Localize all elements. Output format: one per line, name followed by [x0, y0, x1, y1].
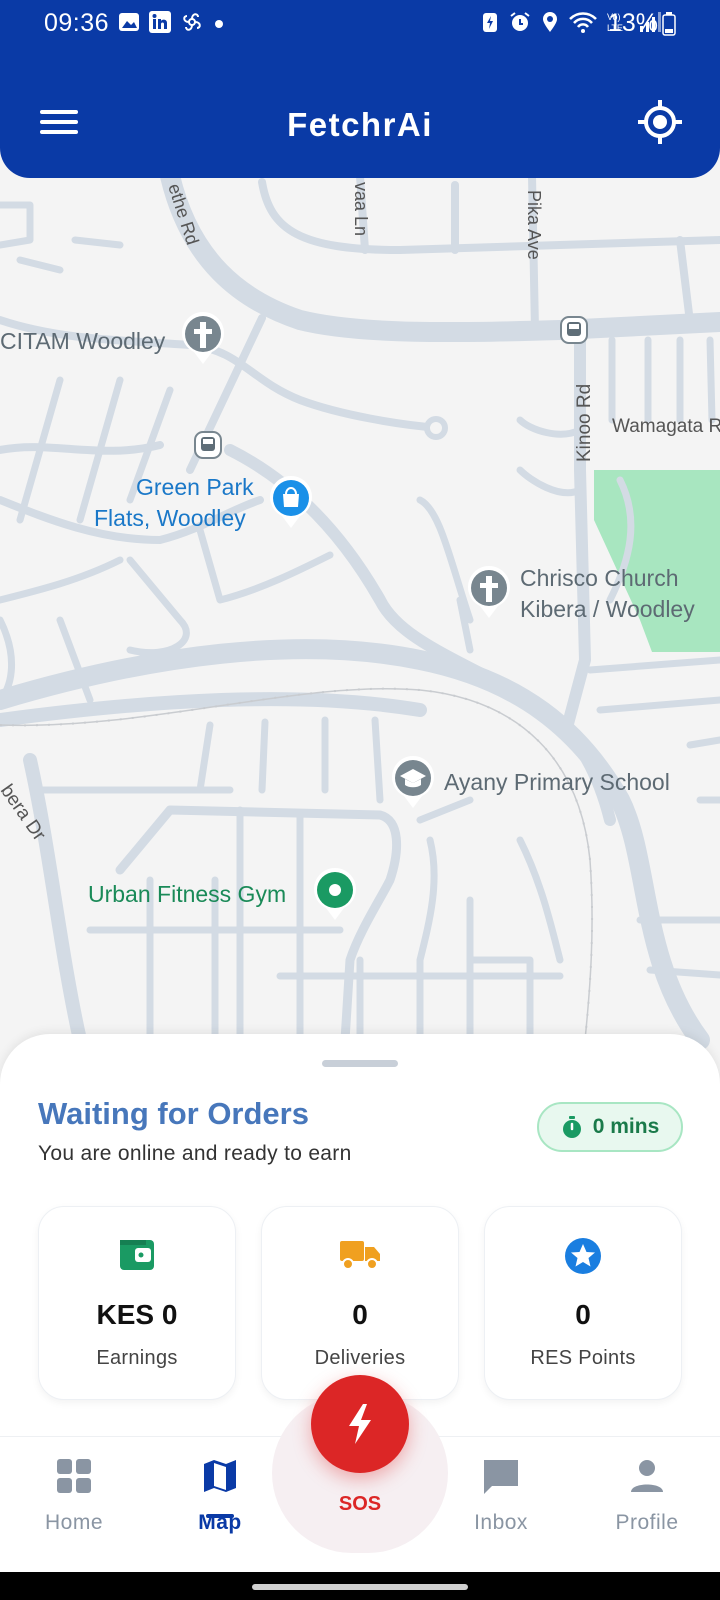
- status-bar: 09:36 Vo) LTE 13%: [0, 0, 720, 48]
- poi-label-green-park-1[interactable]: Green Park: [136, 472, 254, 503]
- alarm-icon: [510, 12, 530, 31]
- dot-icon: [215, 20, 223, 28]
- poi-label-chrisco-2[interactable]: Kibera / Woodley: [520, 594, 695, 625]
- sos-label: SOS: [338, 1493, 382, 1515]
- poi-label-ayany[interactable]: Ayany Primary School: [444, 767, 670, 798]
- dashboard-grid-icon: [57, 1459, 91, 1493]
- gallery-icon: [119, 13, 139, 31]
- bus-stop-icon: [560, 316, 588, 344]
- poi-label-chrisco-1[interactable]: Chrisco Church: [520, 563, 679, 594]
- poi-label-green-park-2[interactable]: Flats, Woodley: [94, 503, 246, 534]
- my-location-icon: [638, 100, 682, 144]
- deliveries-card[interactable]: 0 Deliveries: [261, 1206, 459, 1400]
- battery-saver-icon: [483, 13, 497, 32]
- status-time: 09:36: [44, 9, 110, 37]
- battery-percent: 13%: [608, 9, 659, 37]
- bus-stop-icon: [194, 431, 222, 459]
- app-title: FetchrAi: [287, 106, 433, 143]
- res-points-label: RES Points: [530, 1347, 636, 1369]
- bottom-navigation: Home Map SOS Inbox Profile: [0, 1375, 720, 1572]
- map-icon: [204, 1460, 236, 1492]
- res-points-value: 0: [575, 1299, 591, 1330]
- earnings-value: KES 0: [96, 1299, 178, 1330]
- wifi-icon: [569, 12, 597, 33]
- deliveries-value: 0: [352, 1299, 368, 1330]
- battery-icon: [662, 12, 676, 36]
- chat-bubble-icon: [484, 1460, 518, 1494]
- person-icon: [631, 1460, 663, 1492]
- location-icon: [543, 12, 557, 32]
- deliveries-label: Deliveries: [314, 1347, 406, 1369]
- earnings-card[interactable]: KES 0 Earnings: [38, 1206, 236, 1400]
- app-header: 09:36 Vo) LTE 13% FetchrAi: [0, 0, 720, 178]
- sheet-drag-handle[interactable]: [322, 1060, 398, 1067]
- sos-button[interactable]: [311, 1375, 409, 1473]
- wallet-icon: [120, 1240, 154, 1270]
- sheet-title: Waiting for Orders: [38, 1096, 309, 1131]
- system-navigation-bar: [0, 1572, 720, 1600]
- linkedin-icon: [149, 11, 171, 33]
- status-left-icons: [118, 10, 226, 34]
- truck-icon: [340, 1241, 380, 1270]
- home-indicator[interactable]: [252, 1584, 468, 1590]
- road-label-ethe: ethe Rd: [164, 181, 203, 247]
- star-badge-icon: [565, 1238, 601, 1274]
- road-label-vaa: vaa Ln: [351, 182, 371, 236]
- res-points-card[interactable]: 0 RES Points: [484, 1206, 682, 1400]
- online-timer-badge: 0 mins: [537, 1102, 683, 1152]
- stopwatch-icon: [562, 1116, 581, 1138]
- lightning-bolt-icon: [349, 1404, 371, 1444]
- earnings-label: Earnings: [96, 1347, 178, 1369]
- road-label-pika: Pika Ave: [524, 190, 544, 260]
- poi-label-gym[interactable]: Urban Fitness Gym: [88, 879, 286, 910]
- poi-label-citam[interactable]: CITAM Woodley: [0, 326, 165, 357]
- pinwheel-icon: [183, 13, 201, 31]
- road-label-wamagata: Wamagata R: [612, 416, 720, 437]
- road-label-kinoo: Kinoo Rd: [574, 384, 595, 462]
- timer-text: 0 mins: [592, 1115, 660, 1138]
- locate-button[interactable]: [636, 98, 684, 146]
- sheet-subtitle: You are online and ready to earn: [38, 1142, 352, 1165]
